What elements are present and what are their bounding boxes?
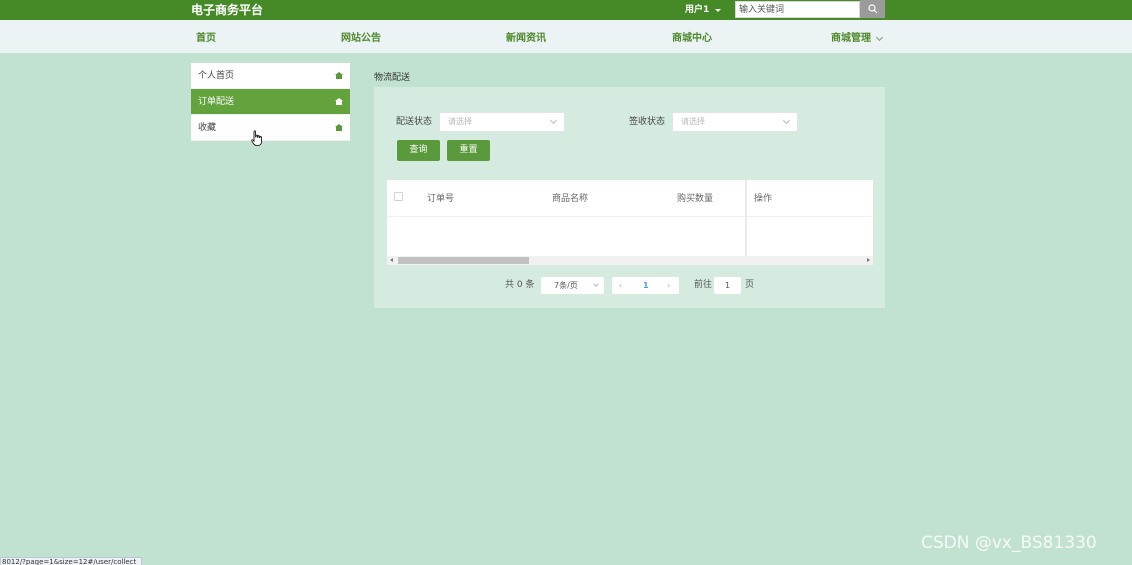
nav-announcements[interactable]: 网站公告 bbox=[341, 22, 381, 55]
goto-label: 前往 bbox=[694, 280, 713, 290]
nav-mall-center-label: 商城中心 bbox=[672, 32, 712, 44]
main-navigation: 首页 网站公告 新闻资讯 商城中心 商城管理 bbox=[0, 20, 1132, 53]
receive-status-select[interactable]: 请选择 bbox=[672, 112, 798, 132]
goto-page-value: 1 bbox=[724, 281, 731, 290]
user-menu-dropdown[interactable]: 用户1 bbox=[685, 3, 722, 17]
select-placeholder: 请选择 bbox=[448, 117, 472, 126]
nav-home-label: 首页 bbox=[196, 32, 216, 44]
header-divider bbox=[387, 216, 873, 217]
chevron-down-icon bbox=[875, 33, 884, 41]
caret-down-icon bbox=[715, 8, 722, 12]
page-size-select[interactable]: 7条/页 bbox=[541, 277, 604, 294]
watermark: CSDN @vx_BS81330 bbox=[921, 533, 1097, 553]
search-button[interactable] bbox=[860, 0, 885, 18]
home-icon bbox=[335, 98, 343, 105]
page-suffix: 页 bbox=[745, 280, 755, 290]
sidebar-item-favorites[interactable]: 收藏 bbox=[191, 115, 350, 141]
select-all-checkbox[interactable] bbox=[394, 192, 403, 201]
delivery-panel: 配送状态 请选择 签收状态 请选择 查询 重置 订单号 商品名称 购买数量 操作… bbox=[374, 87, 885, 308]
reset-button[interactable]: 重置 bbox=[447, 140, 490, 161]
nav-announcements-label: 网站公告 bbox=[341, 32, 381, 44]
goto-page-input[interactable]: 1 bbox=[714, 277, 741, 294]
page-size-value: 7条/页 bbox=[554, 281, 578, 290]
nav-home[interactable]: 首页 bbox=[196, 22, 216, 55]
select-placeholder: 请选择 bbox=[681, 117, 705, 126]
nav-news[interactable]: 新闻资讯 bbox=[506, 22, 546, 55]
page-number-current[interactable]: 1 bbox=[643, 277, 649, 294]
breadcrumb: 物流配送 bbox=[374, 73, 411, 83]
user-name: 用户1 bbox=[685, 5, 710, 15]
chevron-down-icon bbox=[593, 281, 599, 287]
top-header-bar: 电子商务平台 用户1 bbox=[0, 0, 1132, 20]
delivery-status-label: 配送状态 bbox=[396, 117, 433, 127]
horizontal-scrollbar[interactable] bbox=[387, 256, 873, 265]
pager: ‹ 1 › bbox=[612, 277, 679, 294]
home-icon bbox=[335, 124, 343, 131]
scroll-left-icon[interactable] bbox=[390, 258, 393, 262]
nav-mall-management-label: 商城管理 bbox=[831, 32, 871, 44]
nav-mall-center[interactable]: 商城中心 bbox=[672, 22, 712, 55]
prev-page-icon[interactable]: ‹ bbox=[619, 277, 622, 294]
sidebar-item-label: 订单配送 bbox=[198, 97, 235, 107]
search-input[interactable] bbox=[735, 1, 860, 18]
scrollbar-thumb[interactable] bbox=[398, 257, 529, 264]
total-count: 共 0 条 bbox=[505, 280, 535, 290]
fixed-column-divider bbox=[745, 180, 747, 256]
scroll-right-icon[interactable] bbox=[867, 258, 870, 262]
column-header-quantity: 购买数量 bbox=[677, 194, 714, 204]
next-page-icon[interactable]: › bbox=[667, 277, 670, 294]
sidebar-item-personal-home[interactable]: 个人首页 bbox=[191, 63, 350, 89]
delivery-status-select[interactable]: 请选择 bbox=[439, 112, 565, 132]
nav-news-label: 新闻资讯 bbox=[506, 32, 546, 44]
search-icon bbox=[867, 4, 877, 14]
home-icon bbox=[335, 72, 343, 79]
chevron-down-icon bbox=[549, 116, 558, 125]
site-title: 电子商务平台 bbox=[191, 3, 264, 17]
sidebar-item-label: 收藏 bbox=[198, 123, 217, 133]
query-button[interactable]: 查询 bbox=[397, 140, 440, 161]
column-header-order-number: 订单号 bbox=[427, 194, 455, 204]
user-sidebar: 个人首页 订单配送 收藏 bbox=[191, 63, 350, 141]
status-bar-url: 8012/?page=1&size=12#/user/collect bbox=[0, 557, 142, 565]
sidebar-item-order-delivery[interactable]: 订单配送 bbox=[191, 89, 350, 115]
column-header-product-name: 商品名称 bbox=[552, 194, 589, 204]
column-header-actions: 操作 bbox=[754, 194, 773, 204]
hand-cursor-icon bbox=[251, 130, 262, 146]
order-table: 订单号 商品名称 购买数量 操作 bbox=[387, 180, 873, 265]
chevron-down-icon bbox=[782, 116, 791, 125]
nav-mall-management[interactable]: 商城管理 bbox=[831, 22, 884, 55]
receive-status-label: 签收状态 bbox=[629, 117, 666, 127]
sidebar-item-label: 个人首页 bbox=[198, 71, 235, 81]
